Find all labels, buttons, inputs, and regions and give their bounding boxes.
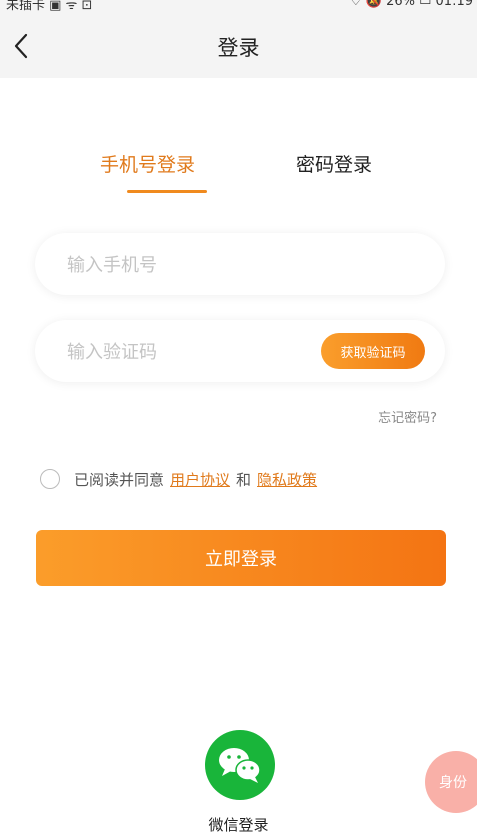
tab-phone-login[interactable]: 手机号登录 [100, 150, 195, 177]
phone-input[interactable] [65, 233, 419, 297]
status-bar-right: ♡ 🔕 26% ▭ 01:19 [349, 0, 473, 9]
forgot-password-link[interactable]: 忘记密码? [378, 407, 437, 426]
status-bar-left: 未插卡 ▣ ᯤ ⊡ [6, 0, 93, 13]
status-bar: 未插卡 ▣ ᯤ ⊡ ♡ 🔕 26% ▭ 01:19 [0, 0, 477, 14]
wechat-login-button[interactable] [205, 730, 275, 800]
agree-radio[interactable] [40, 469, 60, 489]
code-input[interactable] [65, 320, 319, 384]
get-code-button[interactable]: 获取验证码 [321, 333, 425, 369]
agreement-and: 和 [236, 470, 252, 489]
tab-password-login[interactable]: 密码登录 [296, 150, 372, 177]
page-title: 登录 [217, 36, 260, 60]
identity-float-button[interactable]: 身份 [425, 751, 477, 813]
login-button[interactable]: 立即登录 [36, 530, 446, 586]
agreement-row: 已阅读并同意 用户协议 和 隐私政策 [40, 466, 323, 492]
active-tab-indicator [127, 190, 207, 193]
wechat-login-label: 微信登录 [208, 816, 269, 834]
privacy-policy-link[interactable]: 隐私政策 [257, 469, 317, 490]
wechat-icon [219, 748, 261, 783]
nav-bar: 登录 [0, 14, 477, 78]
phone-field [35, 233, 445, 297]
code-field: 获取验证码 [35, 320, 445, 384]
user-agreement-link[interactable]: 用户协议 [170, 469, 230, 490]
agreement-prefix: 已阅读并同意 [74, 470, 165, 489]
